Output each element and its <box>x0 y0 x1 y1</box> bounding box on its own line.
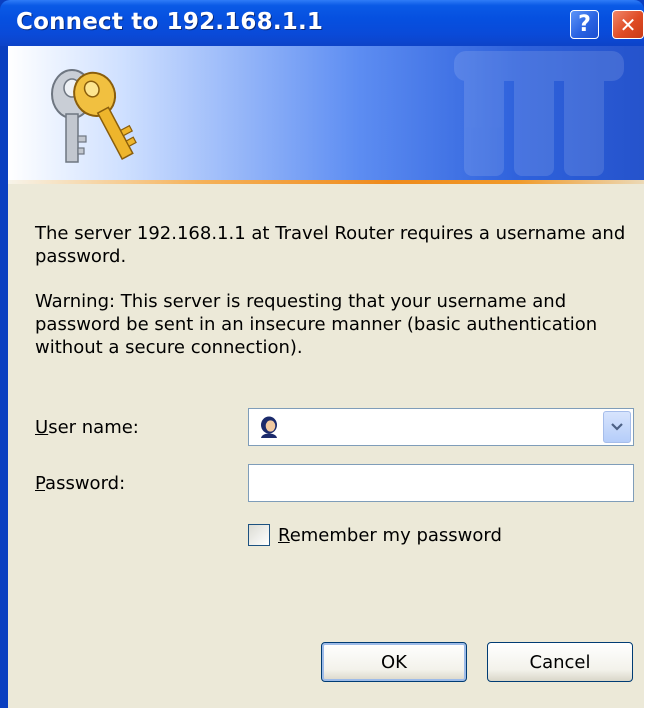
window-title: Connect to 192.168.1.1 <box>16 9 324 35</box>
username-label-accesskey: U <box>35 417 49 438</box>
username-dropdown-button[interactable] <box>603 411 631 443</box>
close-button[interactable]: ✕ <box>612 10 644 39</box>
help-icon: ? <box>578 12 591 37</box>
ok-button[interactable]: OK <box>321 642 467 682</box>
remember-password-checkbox[interactable] <box>248 524 270 546</box>
user-icon <box>261 416 277 438</box>
username-label-text: ser name: <box>48 417 139 438</box>
banner <box>8 46 644 182</box>
chevron-down-icon <box>611 423 623 431</box>
remember-label-accesskey: R <box>278 525 290 546</box>
keys-watermark-icon <box>454 51 624 176</box>
close-icon: ✕ <box>619 12 637 37</box>
dialog-window: Connect to 192.168.1.1 ? ✕ The server 19… <box>0 0 652 708</box>
password-input[interactable] <box>248 464 634 502</box>
remember-label-text: emember my password <box>289 525 502 546</box>
dialog-body: The server 192.168.1.1 at Travel Router … <box>8 184 644 708</box>
help-button[interactable]: ? <box>570 10 599 39</box>
remember-password-label[interactable]: Remember my password <box>278 525 502 546</box>
title-bar[interactable]: Connect to 192.168.1.1 ? ✕ <box>0 0 644 46</box>
password-label: Password: <box>35 473 125 494</box>
username-label: User name: <box>35 417 139 438</box>
username-combobox[interactable] <box>248 408 634 446</box>
keys-icon <box>51 69 137 163</box>
server-message: The server 192.168.1.1 at Travel Router … <box>35 223 626 267</box>
warning-message: Warning: This server is requesting that … <box>35 291 598 358</box>
password-label-text: assword: <box>45 473 126 494</box>
cancel-button[interactable]: Cancel <box>487 642 633 682</box>
password-label-accesskey: P <box>35 473 46 494</box>
